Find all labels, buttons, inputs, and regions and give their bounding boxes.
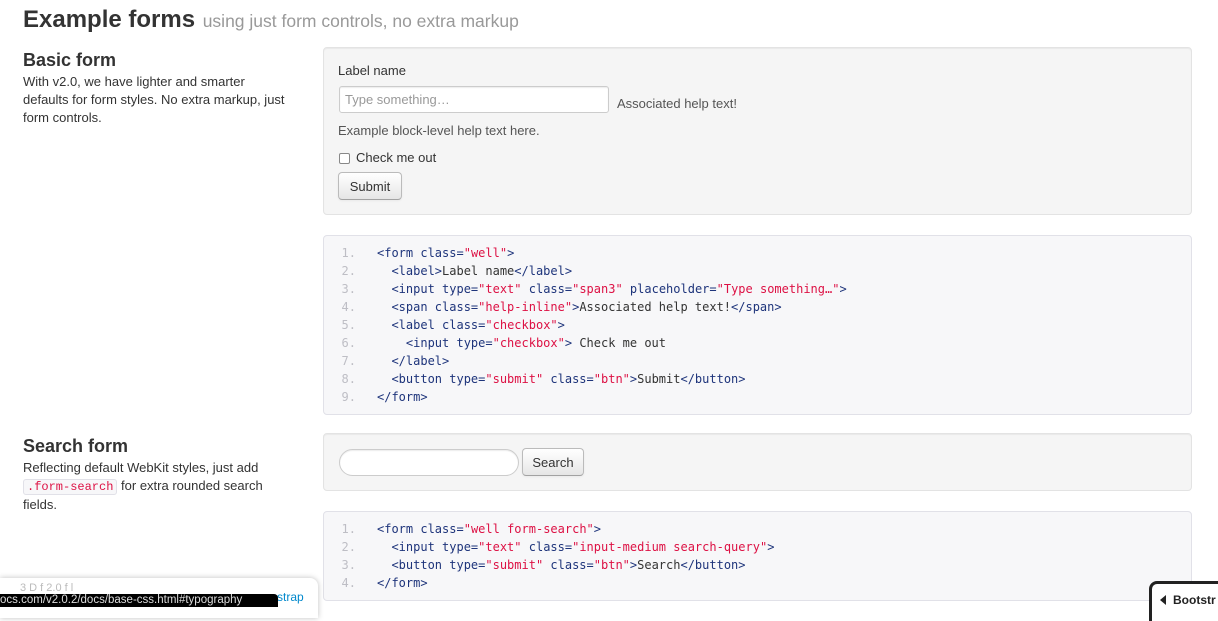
line-number: 8.: [341, 372, 356, 386]
basic-form-description: With v2.0, we have lighter and smarter d…: [23, 74, 285, 125]
search-form-code-line: 1. <form class="well form-search">: [324, 520, 1191, 538]
code-text: <button type="submit" class="btn">Search…: [377, 558, 746, 572]
code-text: <form class="well form-search">: [377, 522, 601, 536]
code-text: </form>: [377, 390, 428, 404]
back-tab-label: Bootstr: [1173, 593, 1216, 607]
search-form-code: 1. <form class="well form-search"> 2. <inp…: [323, 511, 1192, 601]
basic-form-code-line: 9. </form>: [324, 388, 1191, 406]
line-number: 1.: [341, 246, 356, 260]
page-title: Example forms: [23, 6, 196, 33]
code-text: <span class="help-inline">Associated hel…: [377, 300, 782, 314]
basic-form-code-line: 2. <label>Label name</label>: [324, 262, 1191, 280]
search-form-heading: Search form: [23, 436, 129, 456]
line-number: 3.: [341, 558, 356, 572]
page-subtitle: using just form controls, no extra marku…: [202, 11, 519, 31]
basic-form-code-line: 3. <input type="text" class="span3" plac…: [324, 280, 1191, 298]
help-block: Example block-level help text here.: [338, 123, 540, 138]
page-header: Example forms using just form controls, …: [23, 6, 519, 34]
search-form-code-line: 2. <input type="text" class="input-mediu…: [324, 538, 1191, 556]
status-bar-url: ocs.com/v2.0.2/docs/base-css.html#typogr…: [0, 594, 278, 607]
basic-form-well: Label name Associated help text! Example…: [323, 47, 1192, 215]
line-number: 2.: [341, 264, 356, 278]
checkbox-label[interactable]: Check me out: [356, 150, 436, 165]
line-number: 3.: [341, 282, 356, 296]
basic-form-code-line: 6. <input type="checkbox"> Check me out: [324, 334, 1191, 352]
search-form-code-line: 3. <button type="submit" class="btn">Sea…: [324, 556, 1191, 574]
label-name: Label name: [338, 63, 406, 78]
code-text: <label>Label name</label>: [377, 264, 573, 278]
help-inline: Associated help text!: [617, 96, 737, 111]
toast-link[interactable]: strap: [277, 590, 304, 604]
basic-form-code-line: 5. <label class="checkbox">: [324, 316, 1191, 334]
basic-form-code: 1. <form class="well"> 2. <label>Label nam…: [323, 235, 1192, 415]
code-text: </form>: [377, 576, 428, 590]
basic-form-code-line: 1. <form class="well">: [324, 244, 1191, 262]
back-arrow-icon: [1160, 595, 1166, 605]
line-number: 7.: [341, 354, 356, 368]
search-input[interactable]: [339, 449, 519, 476]
search-button[interactable]: Search: [522, 448, 584, 476]
text-input[interactable]: [339, 86, 609, 113]
code-text: <button type="submit" class="btn">Submit…: [377, 372, 746, 386]
code-text: <form class="well">: [377, 246, 515, 260]
form-search-code: .form-search: [23, 479, 118, 495]
line-number: 2.: [341, 540, 356, 554]
line-number: 9.: [341, 390, 356, 404]
back-to-bootstrap-tab[interactable]: Bootstr: [1149, 581, 1218, 621]
search-form-well: Search: [323, 433, 1192, 491]
check-me-out-checkbox[interactable]: [339, 153, 350, 164]
submit-button[interactable]: Submit: [338, 172, 402, 200]
code-text: <label class="checkbox">: [377, 318, 565, 332]
line-number: 5.: [341, 318, 356, 332]
code-text: <input type="text" class="span3" placeho…: [377, 282, 847, 296]
code-text: </label>: [377, 354, 450, 368]
search-form-code-line: 4. </form>: [324, 574, 1191, 592]
search-form-description: Reflecting default WebKit styles, just a…: [23, 459, 283, 514]
code-text: <input type="text" class="input-medium s…: [377, 540, 775, 554]
toast-faded-text: 3 D f 2.0 f l: [20, 582, 74, 594]
basic-form-code-line: 4. <span class="help-inline">Associated …: [324, 298, 1191, 316]
basic-form-heading: Basic form: [23, 50, 117, 70]
line-number: 1.: [341, 522, 356, 536]
line-number: 4.: [341, 576, 356, 590]
line-number: 4.: [341, 300, 356, 314]
line-number: 6.: [341, 336, 356, 350]
code-text: <input type="checkbox"> Check me out: [377, 336, 667, 350]
basic-form-code-line: 8. <button type="submit" class="btn">Sub…: [324, 370, 1191, 388]
basic-form-code-line: 7. </label>: [324, 352, 1191, 370]
search-desc-text: Reflecting default WebKit styles, just a…: [23, 460, 259, 475]
